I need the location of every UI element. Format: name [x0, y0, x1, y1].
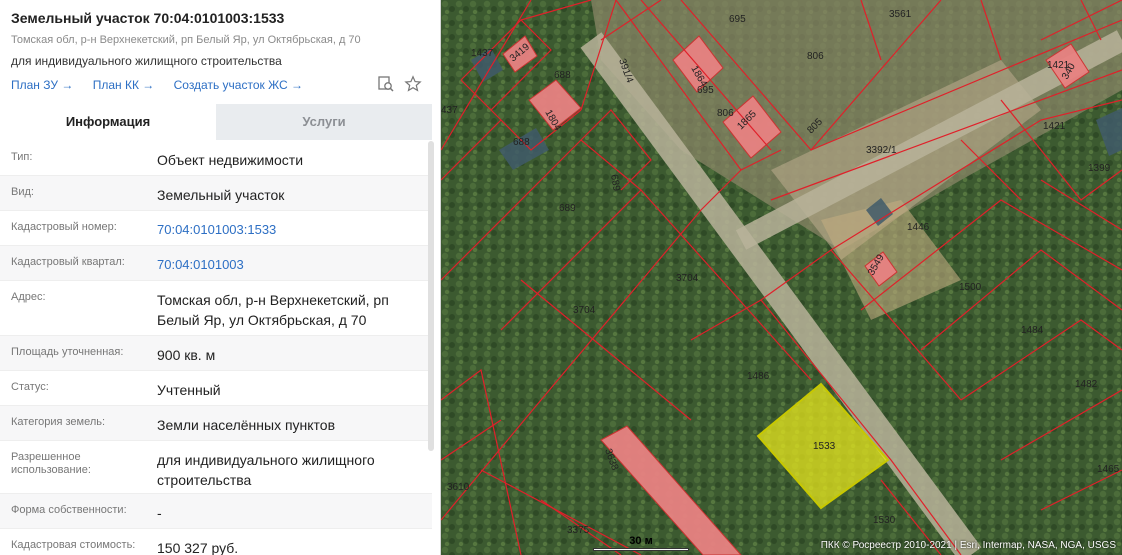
svg-text:806: 806: [807, 51, 824, 62]
svg-text:689: 689: [559, 203, 576, 214]
table-row: Кадастровый номер: 70:04:0101003:1533: [0, 211, 432, 246]
row-value: 150 327 руб.: [157, 540, 239, 555]
row-value: Земельный участок: [157, 187, 285, 203]
row-label: Разрешенное использование:: [11, 451, 91, 476]
tab-bar: Информация Услуги: [0, 104, 432, 140]
table-row: Форма собственности: -: [0, 494, 432, 529]
map-view[interactable]: 1437 3419 688 1804 391/4 1864 695 695 80…: [441, 0, 1122, 555]
svg-text:688: 688: [554, 70, 571, 81]
svg-text:1530: 1530: [873, 515, 896, 526]
row-value: Томская обл, р-н Верхнекетский, рп Белый…: [157, 292, 389, 328]
svg-text:3375: 3375: [567, 525, 590, 536]
row-value: 900 кв. м: [157, 347, 216, 363]
row-label: Площадь уточненная:: [11, 346, 124, 358]
address-subtitle: Томская обл, р-н Верхнекетский, рп Белый…: [11, 34, 361, 46]
tab-info[interactable]: Информация: [0, 104, 216, 140]
svg-text:1482: 1482: [1075, 379, 1098, 390]
row-value: -: [157, 505, 162, 521]
action-links: План ЗУ → План КК → Создать участок ЖС →: [11, 78, 319, 92]
svg-text:688: 688: [513, 137, 530, 148]
svg-text:3561: 3561: [889, 9, 912, 20]
map-attribution: ПКК © Росреестр 2010-2021 | Esri, Interm…: [820, 540, 1116, 551]
row-label: Адрес:: [11, 291, 46, 303]
row-value: Объект недвижимости: [157, 152, 304, 168]
row-label: Кадастровая стоимость:: [11, 539, 136, 551]
info-table: Тип: Объект недвижимости Вид: Земельный …: [0, 141, 432, 555]
svg-text:437: 437: [441, 105, 458, 116]
tab-services[interactable]: Услуги: [216, 104, 432, 140]
search-doc-icon[interactable]: [377, 75, 395, 93]
svg-text:1399: 1399: [1088, 163, 1111, 174]
svg-text:3610: 3610: [447, 482, 470, 493]
info-panel: Земельный участок 70:04:0101003:1533 Том…: [0, 0, 441, 555]
svg-text:695: 695: [729, 14, 746, 25]
svg-text:806: 806: [717, 108, 734, 119]
row-value: Учтенный: [157, 382, 221, 398]
star-icon[interactable]: [404, 75, 422, 93]
svg-text:1500: 1500: [959, 282, 982, 293]
table-row: Тип: Объект недвижимости: [0, 141, 432, 176]
svg-text:1446: 1446: [907, 222, 930, 233]
table-row: Кадастровая стоимость: 150 327 руб.: [0, 529, 432, 555]
plan-kk-link[interactable]: План КК →: [93, 78, 155, 92]
svg-text:3704: 3704: [676, 273, 699, 284]
table-row: Площадь уточненная: 900 кв. м: [0, 336, 432, 371]
svg-text:1484: 1484: [1021, 325, 1044, 336]
cadastral-number-link[interactable]: 70:04:0101003:1533: [157, 220, 422, 240]
page-title: Земельный участок 70:04:0101003:1533: [11, 10, 285, 26]
svg-text:3704: 3704: [573, 305, 596, 316]
svg-text:1437: 1437: [471, 48, 494, 59]
svg-text:1421: 1421: [1043, 121, 1066, 132]
purpose-subtitle: для индивидуального жилищного строительс…: [11, 54, 282, 68]
svg-text:695: 695: [697, 85, 714, 96]
row-label: Кадастровый квартал:: [11, 256, 125, 268]
plan-zu-link[interactable]: План ЗУ →: [11, 78, 73, 92]
table-row: Статус: Учтенный: [0, 371, 432, 406]
row-label: Статус:: [11, 381, 49, 393]
cadastral-quarter-link[interactable]: 70:04:0101003: [157, 255, 422, 275]
table-row: Вид: Земельный участок: [0, 176, 432, 211]
scale-bar: [593, 548, 689, 551]
table-row: Разрешенное использование: для индивидуа…: [0, 441, 432, 494]
cadastral-map[interactable]: 1437 3419 688 1804 391/4 1864 695 695 80…: [441, 0, 1122, 555]
row-label: Вид:: [11, 186, 34, 198]
scale-label: 30 м: [629, 535, 653, 547]
row-label: Тип:: [11, 151, 33, 163]
row-label: Форма собственности:: [11, 504, 127, 516]
svg-text:3392/1: 3392/1: [866, 145, 897, 156]
svg-text:1465: 1465: [1097, 464, 1120, 475]
table-row: Адрес: Томская обл, р-н Верхнекетский, р…: [0, 281, 432, 336]
table-row: Категория земель: Земли населённых пункт…: [0, 406, 432, 441]
table-row: Кадастровый квартал: 70:04:0101003: [0, 246, 432, 281]
row-value: для индивидуального жилищного строительс…: [157, 452, 375, 488]
row-value: Земли населённых пунктов: [157, 417, 336, 433]
svg-text:1486: 1486: [747, 371, 770, 382]
row-label: Категория земель:: [11, 416, 106, 428]
row-label: Кадастровый номер:: [11, 221, 117, 233]
svg-text:1533: 1533: [813, 441, 836, 452]
panel-scrollbar[interactable]: [428, 141, 434, 451]
create-zhs-link[interactable]: Создать участок ЖС →: [174, 78, 303, 92]
